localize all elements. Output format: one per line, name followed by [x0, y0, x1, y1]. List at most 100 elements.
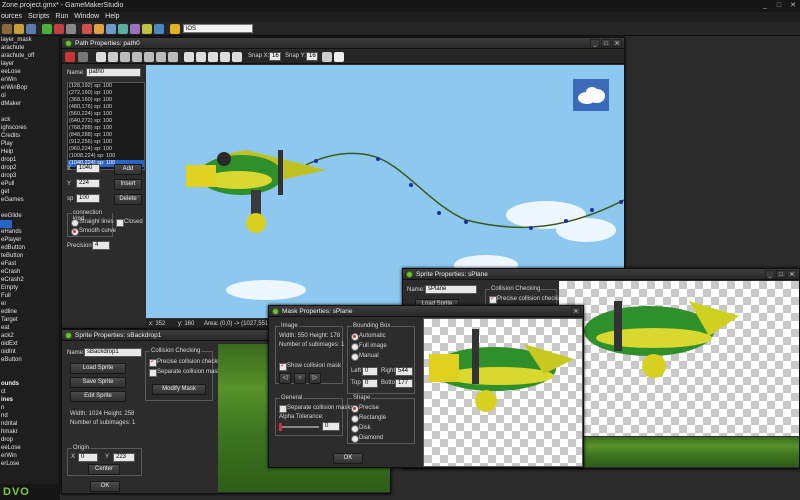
tree-item[interactable]: erWin [0, 452, 59, 460]
run-icon[interactable] [42, 24, 52, 34]
precise-collision-checkbox[interactable]: Precise collision checking [489, 294, 565, 304]
precise-radio[interactable]: Precise [351, 405, 379, 413]
tree-item[interactable]: dMaker [0, 100, 59, 108]
tree-item[interactable]: ePull [0, 180, 59, 188]
reset-subimage-button[interactable]: ○ [294, 373, 306, 384]
tree-item[interactable]: eButton [0, 356, 59, 364]
ok-check-icon[interactable] [65, 52, 75, 62]
smooth-curve-radio[interactable]: Smooth curve [71, 228, 116, 236]
tree-item[interactable]: Credits [0, 132, 59, 140]
scale-icon[interactable] [168, 52, 178, 62]
background-icon[interactable] [106, 24, 116, 34]
window-title-bar[interactable]: Sprite Properties: sPlane _ □ ✕ [403, 269, 799, 280]
add-point-button[interactable]: Add [114, 164, 142, 175]
tree-item[interactable]: arachute [0, 44, 59, 52]
tree-item[interactable]: hmakr [0, 428, 59, 436]
clear-path-icon[interactable] [96, 52, 106, 62]
room-select-icon[interactable] [334, 52, 344, 62]
tree-folder-sounds[interactable]: ounds [0, 380, 59, 388]
ok-button[interactable]: OK [90, 481, 120, 492]
center-origin-button[interactable]: Center [88, 464, 120, 475]
ok-button[interactable]: OK [333, 453, 363, 464]
maximize-icon[interactable]: □ [601, 39, 611, 47]
mirror-horizontal-icon[interactable] [132, 52, 142, 62]
path-point-item[interactable]: (128,192) sp: 100 [68, 83, 144, 90]
tree-item[interactable]: eeLose [0, 68, 59, 76]
full-image-radio[interactable]: Full image [351, 343, 387, 351]
tree-item[interactable]: ack2 [0, 332, 59, 340]
tree-item[interactable]: erWin [0, 76, 59, 84]
grid-toggle-icon[interactable] [322, 52, 332, 62]
close-icon[interactable]: ✕ [612, 39, 622, 47]
tree-item[interactable]: drop [0, 436, 59, 444]
tree-item[interactable]: Play [0, 140, 59, 148]
target-select[interactable]: iOS [183, 24, 253, 33]
tree-item[interactable]: ndrital [0, 420, 59, 428]
tree-item[interactable]: drop3 [0, 172, 59, 180]
rectangle-radio[interactable]: Rectangle [351, 415, 386, 423]
tree-item[interactable]: oidExt [0, 340, 59, 348]
snap-y-input[interactable]: 16 [306, 52, 318, 61]
menu-scripts[interactable]: Scripts [28, 12, 49, 22]
tree-item[interactable]: ol [0, 92, 59, 100]
menu-resources[interactable]: ources [1, 12, 22, 22]
shift-left-icon[interactable] [184, 52, 194, 62]
tree-item[interactable]: drop2 [0, 164, 59, 172]
new-project-icon[interactable] [2, 24, 12, 34]
path-icon[interactable] [118, 24, 128, 34]
script-icon[interactable] [130, 24, 140, 34]
center-view-icon[interactable] [232, 52, 242, 62]
next-subimage-button[interactable]: ▷ [309, 373, 321, 384]
tree-item[interactable]: edline [0, 308, 59, 316]
precise-collision-checkbox[interactable]: Precise collision checking [149, 357, 225, 367]
path-point-item[interactable]: (368,160) sp: 100 [68, 97, 144, 104]
path-point-item[interactable]: (640,272) sp: 100 [68, 118, 144, 125]
disk-radio[interactable]: Disk [351, 425, 371, 433]
debug-icon[interactable] [54, 24, 64, 34]
tree-item[interactable]: erWinBop [0, 84, 59, 92]
tree-item[interactable]: Target [0, 316, 59, 324]
tree-item[interactable]: teButton [0, 252, 59, 260]
point-y-input[interactable]: 224 [76, 179, 100, 188]
tree-item[interactable]: arachute_off [0, 52, 59, 60]
menu-help[interactable]: Help [105, 12, 119, 22]
load-sprite-button[interactable]: Load Sprite [70, 363, 126, 374]
shift-up-icon[interactable] [208, 52, 218, 62]
path-point-list[interactable]: (128,192) sp: 100 (272,160) sp: 100 (368,1… [67, 82, 145, 170]
delete-point-button[interactable]: Delete [114, 194, 142, 205]
minimize-icon[interactable]: _ [760, 1, 770, 10]
shift-path-icon[interactable] [120, 52, 130, 62]
tree-item[interactable]: eat [0, 324, 59, 332]
snap-x-input[interactable]: 16 [269, 52, 281, 61]
tree-item[interactable]: eCrash2 [0, 276, 59, 284]
window-title-bar[interactable]: Path Properties: path0 _ □ ✕ [62, 38, 624, 49]
tree-item[interactable]: n [0, 404, 59, 412]
tree-item[interactable]: layer_mask [0, 36, 59, 44]
path-point-item[interactable]: (560,224) sp: 100 [68, 111, 144, 118]
path-name-input[interactable]: path0 [86, 68, 141, 77]
tree-item[interactable]: nd [0, 412, 59, 420]
bbox-left-input[interactable]: 0 [362, 367, 378, 376]
separate-masks-checkbox[interactable]: Separate collision masks [279, 405, 353, 413]
bbox-right-input[interactable]: 544 [395, 367, 413, 376]
shift-right-icon[interactable] [196, 52, 206, 62]
show-mask-checkbox[interactable]: Show collision mask [279, 361, 341, 371]
font-icon[interactable] [142, 24, 152, 34]
separate-masks-checkbox[interactable]: Separate collision masks [149, 369, 223, 377]
path-point-item[interactable]: (960,224) sp: 100 [68, 146, 144, 153]
tree-item[interactable]: eeGlide [0, 212, 59, 220]
maximize-icon[interactable]: □ [776, 270, 786, 278]
tree-item[interactable]: Help [0, 148, 59, 156]
bbox-top-input[interactable]: 0 [362, 379, 378, 388]
tree-item[interactable]: Full [0, 292, 59, 300]
window-title-bar[interactable]: Mask Properties: sPlane ✕ [269, 306, 583, 317]
maximize-icon[interactable]: □ [774, 1, 784, 10]
menu-window[interactable]: Window [74, 12, 99, 22]
flip-vertical-icon[interactable] [144, 52, 154, 62]
rotate-icon[interactable] [156, 52, 166, 62]
tree-item[interactable]: oidInt [0, 348, 59, 356]
tree-item[interactable] [0, 108, 59, 116]
tree-item[interactable]: eCrash [0, 268, 59, 276]
minimize-icon[interactable]: _ [765, 270, 775, 278]
tree-item[interactable]: eFast [0, 260, 59, 268]
